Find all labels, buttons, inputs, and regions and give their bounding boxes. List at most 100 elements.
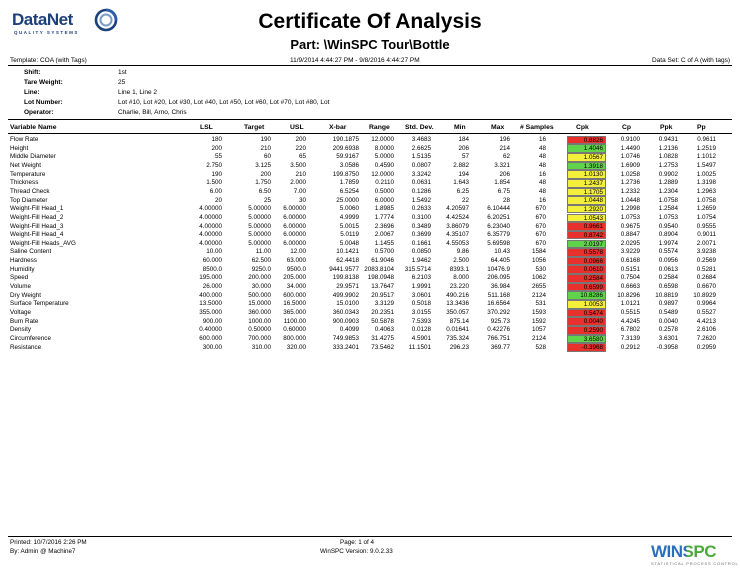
row-cell-range: 2.0067 (374, 231, 394, 239)
row-cell-ppk: 0.9897 (658, 300, 678, 308)
row-cell-target: 5.00000 (248, 205, 271, 213)
column-header-min: Min (454, 124, 466, 131)
row-cell-usl: 2.000 (290, 179, 306, 187)
row-cell-xbar: 5.0119 (340, 231, 359, 239)
row-cell-xbar: 199.8750 (332, 170, 359, 178)
row-cell-max: 511.168 (487, 291, 510, 299)
row-cell-range: 198.0948 (367, 274, 394, 282)
row-cell-ppk: 1.0758 (658, 196, 678, 204)
row-cell-ppk: 1.0753 (658, 213, 678, 221)
row-cell-usl: 6.00000 (283, 239, 306, 247)
row-cell-lsl: 26.000 (202, 283, 222, 291)
row-cell-target: 1000.00 (248, 317, 271, 325)
row-cell-usl: 200 (295, 136, 306, 143)
row-cell-cpk: 0.0610 (567, 265, 606, 275)
detail-value-lot-number: Lot #10, Lot #20, Lot #30, Lot #40, Lot … (118, 99, 330, 106)
row-cell-range: 73.5462 (371, 343, 394, 351)
row-cell-cpk: 3.6580 (567, 334, 606, 344)
detail-value-line: Line 1, Line 2 (118, 89, 158, 96)
row-cell-min: 3.86079 (446, 222, 469, 230)
column-header-max: Max (491, 124, 505, 131)
row-cell-range: 6.0000 (374, 196, 394, 204)
row-cell-target: 0.50000 (248, 326, 271, 334)
row-cell-max: 36.984 (490, 283, 510, 291)
row-cell-cp: 3.9229 (620, 248, 640, 256)
row-cell-cp: 0.9675 (620, 222, 640, 230)
row-cell-target: 5.00000 (248, 222, 271, 230)
row-variable-name: Height (10, 144, 29, 152)
row-cell-max: 62 (502, 153, 510, 161)
row-cell-n: 48 (538, 153, 546, 161)
detail-label-operator: Operator: (24, 109, 54, 116)
row-cell-usl: 6.00000 (283, 222, 306, 230)
row-cell-n: 1057 (531, 326, 546, 334)
row-cell-max: 206.095 (487, 274, 510, 282)
detail-label-lot-number: Lot Number: (24, 99, 63, 106)
row-cell-target: 62.500 (251, 257, 271, 265)
row-cell-pp: 10.8929 (693, 291, 716, 299)
row-cell-cp: 0.9100 (620, 136, 640, 143)
row-cell-cpk: 1.0543 (567, 213, 606, 223)
row-cell-target: 11.00 (255, 248, 271, 256)
row-cell-cp: 4.4245 (620, 317, 640, 325)
row-variable-name: Resistance (10, 343, 42, 351)
printed-date: Printed: 10/7/2016 2:26 PM (10, 539, 87, 546)
row-cell-pp: 0.5527 (696, 309, 716, 316)
row-cell-target: 200.000 (248, 274, 271, 282)
row-cell-target: 60 (263, 153, 271, 161)
row-cell-sd: 0.3699 (411, 231, 431, 239)
row-cell-xbar: 499.9902 (332, 291, 359, 299)
row-cell-max: 6.35779 (487, 231, 510, 239)
row-cell-n: 2124 (531, 291, 546, 299)
row-cell-sd: 0.5018 (411, 300, 431, 308)
row-cell-ppk: 0.8904 (658, 231, 678, 239)
row-cell-min: 4.42524 (446, 213, 469, 221)
row-cell-pp: 0.2959 (696, 343, 716, 351)
row-cell-sd: 315.5714 (404, 265, 431, 273)
row-cell-max: 1.854 (494, 179, 510, 187)
row-cell-cpk: 0.0966 (567, 256, 606, 266)
row-cell-target: 30.000 (251, 283, 271, 291)
row-cell-usl: 6.00000 (283, 231, 306, 239)
row-cell-pp: 1.0025 (696, 170, 716, 178)
row-cell-ppk: 1.2889 (658, 179, 678, 187)
row-variable-name: Net Weight (10, 161, 42, 169)
row-cell-range: 20.9517 (371, 291, 394, 299)
row-cell-min: 8393.1 (449, 265, 469, 273)
row-cell-cp: 1.0448 (620, 196, 640, 204)
row-cell-sd: 0.0807 (411, 161, 431, 169)
row-cell-min: 350.057 (446, 309, 469, 316)
row-cell-usl: 9500.0 (286, 265, 306, 273)
row-cell-usl: 6.00000 (283, 205, 306, 213)
row-variable-name: Flow Rate (10, 136, 39, 143)
row-cell-lsl: 180 (211, 136, 222, 143)
row-cell-xbar: 209.6938 (332, 144, 359, 152)
row-cell-min: 2.500 (453, 257, 469, 265)
row-cell-usl: 6.00000 (283, 213, 306, 221)
column-header-target: Target (244, 124, 265, 131)
row-cell-cpk: 2.0197 (567, 239, 606, 249)
row-cell-pp: 1.2519 (696, 144, 716, 152)
column-header-variable-name: Variable Name (10, 124, 57, 131)
row-variable-name: Saline Content (10, 248, 52, 256)
row-cell-ppk: 0.0956 (658, 257, 678, 265)
row-cell-ppk: 0.9540 (658, 222, 678, 230)
row-cell-target: 25 (263, 196, 271, 204)
row-cell-lsl: 6.00 (209, 187, 222, 195)
row-cell-cpk: 1.2920 (567, 204, 606, 214)
row-cell-xbar: 59.9167 (336, 153, 359, 161)
row-cell-min: 735.324 (446, 334, 469, 342)
row-cell-cp: 1.2736 (620, 179, 640, 187)
row-cell-max: 0.42276 (487, 326, 510, 334)
row-cell-lsl: 0.40000 (199, 326, 222, 334)
row-cell-ppk: 0.5574 (658, 248, 678, 256)
row-cell-min: 2.882 (453, 161, 469, 169)
row-cell-range: 61.9046 (371, 257, 394, 265)
row-cell-usl: 600.000 (283, 291, 306, 299)
row-cell-ppk: -0.3958 (656, 343, 678, 351)
row-cell-n: 1056 (531, 257, 546, 265)
row-cell-max: 206 (499, 170, 510, 178)
detail-value-tare-weight: 25 (118, 79, 126, 86)
row-cell-lsl: 60.000 (202, 257, 222, 265)
row-cell-range: 0.4590 (374, 161, 394, 169)
